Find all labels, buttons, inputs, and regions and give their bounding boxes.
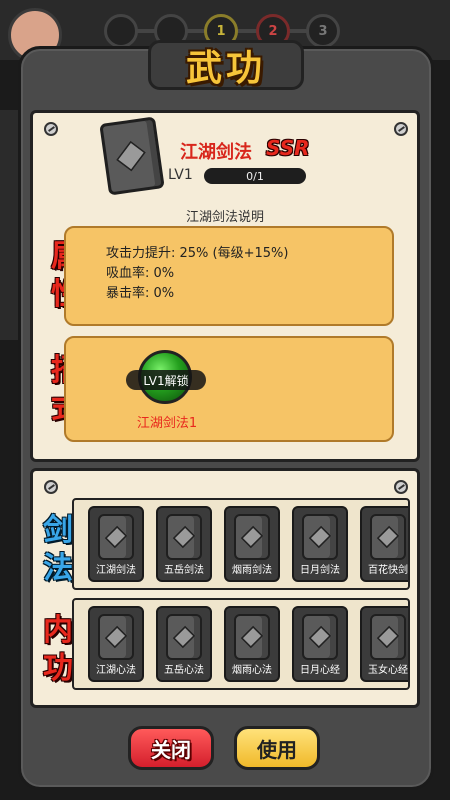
skill-card[interactable]: 日月心经 (292, 606, 348, 682)
skill-card-label: 百花快剑 (368, 565, 408, 576)
inner-skill-row[interactable]: 江湖心法 五岳心法 烟雨心法 日月心经 玉女心经 (72, 598, 410, 690)
book-icon (166, 514, 202, 560)
moves-box (64, 336, 394, 442)
skill-card-label: 五岳心法 (164, 665, 204, 676)
dialog-title: 武功 (185, 47, 266, 89)
skill-book-icon (99, 116, 165, 196)
skill-card[interactable]: 江湖心法 (88, 606, 144, 682)
skill-name: 江湖剑法 (180, 142, 252, 163)
book-icon (234, 614, 270, 660)
progress-text: 0/1 (246, 169, 264, 183)
attribute-attack: 攻击力提升: 25% (每级+15%) (106, 246, 289, 261)
book-icon (302, 614, 338, 660)
book-icon (234, 514, 270, 560)
book-icon (98, 514, 134, 560)
attributes-box: 攻击力提升: 25% (每级+15%) 吸血率: 0% 暴击率: 0% (64, 226, 394, 326)
skill-level: LV1 (168, 167, 193, 183)
skill-rank-badge: SSR (266, 136, 310, 160)
stage-node-3: 3 (306, 14, 340, 48)
skill-card[interactable]: 五岳剑法 (156, 506, 212, 582)
skill-card[interactable]: 江湖剑法 (88, 506, 144, 582)
skill-card[interactable]: 烟雨剑法 (224, 506, 280, 582)
skill-description: 江湖剑法说明 (185, 210, 264, 225)
book-icon (166, 614, 202, 660)
skill-card[interactable]: 日月剑法 (292, 506, 348, 582)
skill-card-label: 烟雨剑法 (232, 565, 272, 576)
move-unlock-label: LV1解锁 (126, 370, 206, 390)
stage-node-empty (104, 14, 138, 48)
skill-card-label: 五岳剑法 (164, 565, 204, 576)
skill-card[interactable]: 百花快剑 (360, 506, 408, 582)
skill-card[interactable]: 玉女心经 (360, 606, 408, 682)
screw-icon (394, 480, 408, 494)
attribute-lifesteal: 吸血率: 0% (106, 266, 175, 281)
skill-card[interactable]: 烟雨心法 (224, 606, 280, 682)
book-icon (370, 514, 406, 560)
screw-icon (44, 480, 58, 494)
background-side-panel (0, 110, 20, 340)
screw-icon (394, 122, 408, 136)
book-icon (302, 514, 338, 560)
skill-card[interactable]: 五岳心法 (156, 606, 212, 682)
skill-card-label: 玉女心经 (368, 665, 408, 676)
book-icon (370, 614, 406, 660)
attribute-crit: 暴击率: 0% (106, 286, 175, 301)
use-button[interactable]: 使用 (234, 726, 320, 770)
close-button[interactable]: 关闭 (128, 726, 214, 770)
move-name: 江湖剑法1 (136, 416, 198, 431)
skill-progress-bar: 0/1 (204, 168, 306, 184)
dialog-title-plaque: 武功 (148, 40, 304, 90)
skill-card-label: 日月剑法 (300, 565, 340, 576)
skill-card-label: 江湖心法 (96, 665, 136, 676)
screw-icon (44, 122, 58, 136)
skill-card-label: 烟雨心法 (232, 665, 272, 676)
book-icon (98, 614, 134, 660)
sword-skill-row[interactable]: 江湖剑法 五岳剑法 烟雨剑法 日月剑法 百花快剑 (72, 498, 410, 590)
skill-card-label: 日月心经 (300, 665, 340, 676)
skill-card-label: 江湖剑法 (96, 565, 136, 576)
